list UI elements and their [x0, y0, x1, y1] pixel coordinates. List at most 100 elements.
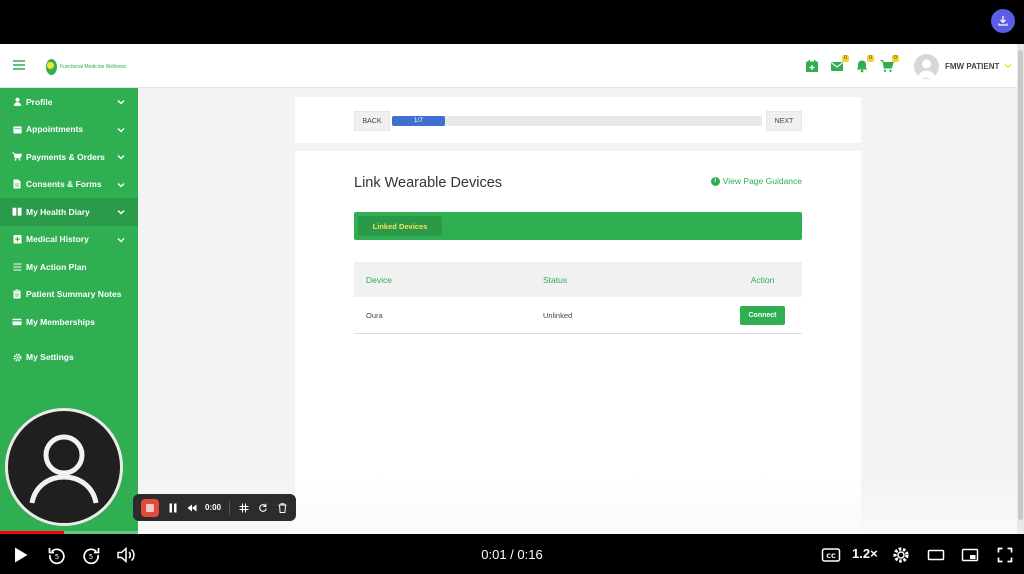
sidebar-item-my-health-diary[interactable]: My Health Diary [0, 198, 138, 226]
sidebar-item-my-memberships[interactable]: My Memberships [0, 308, 138, 336]
grid-icon [239, 503, 249, 512]
webcam-bubble [5, 408, 123, 526]
video-controls: 5 5 0:01 / 0:16 CC 1.2× [0, 536, 1024, 574]
gear-icon [893, 547, 909, 563]
app-header: Functional Medicine Wellness 0 0 0 FMW P… [0, 44, 1024, 88]
sidebar-item-profile[interactable]: Profile [0, 88, 138, 116]
rewind-icon [187, 504, 197, 511]
pause-button[interactable] [168, 503, 178, 513]
sidebar-item-label: Medical History [26, 234, 89, 245]
rewind-button[interactable] [187, 503, 197, 513]
sidebar-item-label: My Memberships [26, 316, 95, 327]
scrollbar-thumb[interactable] [1018, 50, 1023, 520]
devices-table: Device Status Action Oura Unlinked Conne… [354, 262, 802, 334]
device-name: Oura [366, 310, 383, 320]
video-progress-fill [0, 531, 64, 534]
view-page-guidance-link[interactable]: i View Page Guidance [710, 176, 802, 186]
sidebar-item-label: Profile [26, 96, 53, 107]
chevron-down-icon [117, 155, 125, 160]
guidance-label: View Page Guidance [722, 176, 802, 186]
user-name: FMW PATIENT [945, 61, 1000, 71]
miniplayer-icon [961, 548, 979, 562]
stepper-card: BACK 1/7 NEXT [295, 97, 861, 143]
toolbar-divider [229, 500, 231, 515]
recording-time: 0:00 [205, 503, 222, 512]
sidebar-item-label: Consents & Forms [26, 179, 102, 190]
chevron-down-icon [117, 182, 125, 187]
patient-portal-app: Functional Medicine Wellness 0 0 0 FMW P… [0, 44, 1024, 534]
chevron-down-icon [117, 237, 125, 242]
cart-badge: 0 [892, 55, 899, 62]
gear-icon [12, 352, 22, 362]
user-menu[interactable]: FMW PATIENT [914, 53, 1012, 79]
calendar-icon [12, 124, 22, 134]
notifications-badge: 0 [867, 55, 874, 62]
sidebar-item-payments-orders[interactable]: Payments & Orders [0, 143, 138, 171]
column-header-device: Device [366, 274, 392, 285]
grid-button[interactable] [239, 503, 249, 513]
sidebar-item-label: My Health Diary [26, 206, 90, 217]
messages-badge: 0 [842, 55, 849, 62]
messages-button[interactable]: 0 [830, 55, 849, 73]
sidebar-item-settings[interactable]: My Settings [0, 344, 138, 372]
stop-icon [146, 503, 154, 512]
settings-button[interactable] [890, 544, 912, 566]
trash-icon [278, 502, 287, 513]
page-title: Link Wearable Devices [354, 175, 503, 191]
device-status: Unlinked [543, 310, 573, 320]
logo[interactable]: Functional Medicine Wellness [46, 56, 126, 78]
user-silhouette-icon [917, 59, 936, 78]
closed-captions-icon: CC [821, 548, 841, 562]
video-frame: Functional Medicine Wellness 0 0 0 FMW P… [0, 0, 1024, 574]
tab-linked-devices[interactable]: Linked Devices [358, 216, 442, 236]
miniplayer-button[interactable] [959, 544, 981, 566]
progress-fill: 1/7 [392, 116, 445, 126]
add-appointment-button[interactable] [805, 59, 819, 73]
fullscreen-icon [997, 547, 1013, 563]
connect-button[interactable]: Connect [740, 305, 785, 325]
calendar-plus-icon [806, 60, 818, 72]
sidebar-item-my-action-plan[interactable]: My Action Plan [0, 253, 138, 281]
info-icon: i [710, 176, 720, 186]
recorder-toolbar: 0:00 [133, 494, 296, 521]
notifications-button[interactable]: 0 [855, 55, 874, 73]
progress-track: 1/7 [392, 116, 762, 126]
clipboard-icon [12, 289, 22, 299]
playback-speed[interactable]: 1.2× [852, 546, 878, 561]
sidebar-item-patient-summary-notes[interactable]: Patient Summary Notes [0, 281, 138, 309]
video-progress-bar[interactable] [0, 531, 1024, 534]
avatar [914, 53, 939, 79]
next-button[interactable]: NEXT [766, 111, 802, 131]
theater-mode-button[interactable] [925, 544, 947, 566]
table-row: Oura Unlinked Connect [354, 297, 802, 334]
list-icon [12, 262, 22, 272]
sidebar-item-label: Payments & Orders [26, 151, 105, 162]
column-header-status: Status [543, 274, 568, 285]
medical-icon [12, 234, 22, 244]
sidebar-item-appointments[interactable]: Appointments [0, 116, 138, 144]
user-icon [12, 97, 22, 107]
cart-button[interactable]: 0 [880, 55, 899, 73]
download-button[interactable] [991, 9, 1015, 33]
captions-button[interactable]: CC [820, 544, 842, 566]
hamburger-menu-icon[interactable] [12, 58, 26, 72]
sidebar-item-medical-history[interactable]: Medical History [0, 226, 138, 254]
sidebar-item-label: Patient Summary Notes [26, 289, 122, 300]
fullscreen-button[interactable] [994, 544, 1016, 566]
stop-recording-button[interactable] [141, 498, 159, 517]
table-header: Device Status Action [354, 262, 802, 297]
svg-text:CC: CC [826, 552, 836, 560]
download-icon [998, 16, 1008, 26]
restart-button[interactable] [258, 503, 268, 513]
theater-mode-icon [927, 549, 945, 561]
pause-icon [169, 503, 177, 512]
page-scrollbar[interactable] [1017, 44, 1024, 534]
column-header-action: Action [750, 274, 775, 285]
document-icon [12, 179, 22, 189]
chevron-down-icon [117, 100, 125, 105]
user-silhouette-icon [29, 434, 99, 504]
back-button[interactable]: BACK [354, 111, 390, 131]
delete-button[interactable] [277, 502, 287, 513]
chevron-down-icon [117, 127, 125, 132]
sidebar-item-consents-forms[interactable]: Consents & Forms [0, 171, 138, 199]
